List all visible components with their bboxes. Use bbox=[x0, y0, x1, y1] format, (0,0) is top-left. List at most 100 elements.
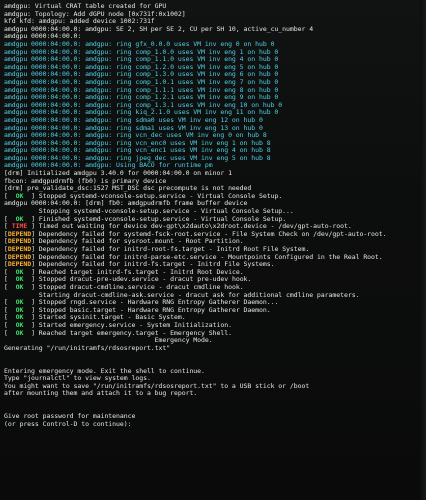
console-line-text: amdgpu 0000:04:00.0: amdgpu: ring sdma1 … bbox=[4, 124, 263, 132]
console-line: amdgpu 0000:04:00.0: amdgpu: ring comp_1… bbox=[4, 79, 426, 87]
status-ok-badge: OK bbox=[7, 276, 32, 284]
console-line-text: Stopped dracut-cmdline.service - dracut … bbox=[34, 283, 244, 291]
console-line: amdgpu 0000:04:00.0: amdgpu: ring comp_1… bbox=[4, 56, 426, 64]
console-line: [ TIME ] Timed out waiting for device de… bbox=[4, 223, 426, 231]
console-line-text: You might want to save "/run/initramfs/r… bbox=[4, 382, 310, 390]
console-line-text: Generating "/run/initramfs/rdsosreport.t… bbox=[4, 344, 171, 352]
console-line-text: amdgpu 0000:04:00.0: amdgpu: ring vcn_en… bbox=[4, 139, 271, 147]
status-ok-badge: OK bbox=[7, 268, 32, 276]
status-time-badge: TIME bbox=[7, 223, 32, 231]
console-line: [ OK ] Reached target emergency.target -… bbox=[4, 330, 426, 338]
console-line-text: Dependency failed for initrd-parse-etc.s… bbox=[34, 253, 383, 261]
console-line: after mounting them and attach it to a b… bbox=[4, 390, 426, 398]
console-line-text: Stopping systemd-vconsole-setup.service … bbox=[4, 208, 294, 216]
console-line: kfd kfd: amdgpu: added device 1002:731f bbox=[4, 18, 426, 26]
console-line: amdgpu: Topology: Add dGPU node [0x731f:… bbox=[4, 11, 426, 19]
console-line: [DEPEND] Dependency failed for sysroot.m… bbox=[4, 238, 426, 246]
console-line-text: amdgpu 0000:04:00.0: amdgpu: ring comp_1… bbox=[4, 101, 283, 109]
status-depend-badge: DEPEND bbox=[7, 246, 32, 253]
console-line: Entering emergency mode. Exit the shell … bbox=[4, 368, 426, 376]
status-ok-badge: OK bbox=[7, 283, 32, 291]
console-line-text: amdgpu 0000:04:00.0: [drm] fb0: amdgpudr… bbox=[4, 200, 248, 208]
console-line: You might want to save "/run/initramfs/r… bbox=[4, 383, 426, 391]
status-ok-badge: OK bbox=[7, 215, 32, 223]
console-line: [drm] pre_validate_dsc:1527 MST_DSC dsc … bbox=[4, 185, 426, 193]
console-line[interactable]: Give root password for maintenance bbox=[4, 413, 426, 421]
console-line: amdgpu 0000:04:00.0: amdgpu: ring kiq_2.… bbox=[4, 109, 426, 117]
console-line-text: Started emergency.service - System Initi… bbox=[34, 321, 232, 329]
console-line-text: Entering emergency mode. Exit the shell … bbox=[4, 367, 205, 375]
status-depend-badge: DEPEND bbox=[7, 253, 32, 261]
console-output: amdgpu: Virtual CRAT table created for G… bbox=[4, 3, 426, 428]
console-line: amdgpu: Virtual CRAT table created for G… bbox=[4, 3, 426, 11]
console-line-text: Type "journalctl" to view system logs. bbox=[4, 375, 151, 383]
console-line-text: Stopped basic.target - Hardware RNG Entr… bbox=[34, 306, 271, 314]
console-line-text: Stopped systemd-vconsole-setup.service -… bbox=[34, 192, 283, 200]
console-line-text: Dependency failed for initrd-root-fs.tar… bbox=[34, 246, 310, 253]
console-line-text: Started sysinit.target - Basic System. bbox=[34, 314, 186, 322]
console-line-text: Reached target initrd-fs.target - Initrd… bbox=[34, 268, 244, 276]
console-line: amdgpu 0000:04:00.0: bbox=[4, 33, 426, 41]
console-line-text: amdgpu 0000:04:00.0: amdgpu: Using BACO … bbox=[4, 162, 213, 170]
console-line: amdgpu 0000:04:00.0: amdgpu: ring sdma1 … bbox=[4, 125, 426, 133]
console-line-text: amdgpu: Topology: Add dGPU node [0x731f:… bbox=[4, 10, 186, 18]
console-line: Emergency Mode. bbox=[4, 337, 426, 345]
console-line-text: kfd kfd: amdgpu: added device 1002:731f bbox=[4, 18, 155, 26]
console-line-text: amdgpu 0000:04:00.0: amdgpu: ring sdma0 … bbox=[4, 116, 263, 124]
console-line: amdgpu 0000:04:00.0: amdgpu: ring comp_1… bbox=[4, 87, 426, 95]
console-line-text: amdgpu 0000:04:00.0: amdgpu: ring comp_1… bbox=[4, 56, 279, 64]
console-screen: amdgpu: Virtual CRAT table created for G… bbox=[0, 0, 426, 500]
console-line: amdgpu 0000:04:00.0: amdgpu: ring comp_1… bbox=[4, 102, 426, 110]
console-line: [DEPEND] Dependency failed for initrd-pa… bbox=[4, 254, 426, 262]
console-line-text: [drm] Initialized amdgpu 3.40.0 for 0000… bbox=[4, 170, 232, 178]
status-ok-badge: OK bbox=[7, 321, 32, 329]
console-line-text: Give root password for maintenance bbox=[4, 413, 136, 421]
status-ok-badge: OK bbox=[7, 299, 32, 307]
console-line-text: amdgpu 0000:04:00.0: amdgpu: SE 2, SH pe… bbox=[4, 25, 314, 33]
console-line: amdgpu 0000:04:00.0: amdgpu: ring comp_1… bbox=[4, 94, 426, 102]
console-line: amdgpu 0000:04:00.0: amdgpu: ring vcn_en… bbox=[4, 140, 426, 148]
console-line: amdgpu 0000:04:00.0: amdgpu: ring gfx_0.… bbox=[4, 41, 426, 49]
console-line-text: amdgpu 0000:04:00.0: amdgpu: ring comp_1… bbox=[4, 94, 279, 102]
console-line-text: [drm] pre_validate_dsc:1527 MST_DSC dsc … bbox=[4, 185, 252, 193]
console-line: [ OK ] Finished systemd-vconsole-setup.s… bbox=[4, 216, 426, 224]
console-line-text: after mounting them and attach it to a b… bbox=[4, 390, 198, 398]
console-line-text: amdgpu 0000:04:00.0: amdgpu: ring jpeg_d… bbox=[4, 154, 271, 162]
console-line: [DEPEND] Dependency failed for initrd-fs… bbox=[4, 261, 426, 269]
console-line-text: fbcon: amdgpudrmfb (fb0) is primary devi… bbox=[4, 177, 167, 185]
console-line: [ OK ] Stopped dracut-cmdline.service - … bbox=[4, 284, 426, 292]
console-line-text: Emergency Mode. bbox=[4, 337, 213, 345]
console-line: amdgpu 0000:04:00.0: [drm] fb0: amdgpudr… bbox=[4, 200, 426, 208]
console-line-text: amdgpu 0000:04:00.0: amdgpu: ring comp_1… bbox=[4, 63, 279, 71]
status-ok-badge: OK bbox=[7, 306, 32, 314]
console-line-text: Finished systemd-vconsole-setup.service … bbox=[34, 215, 287, 223]
status-ok-badge: OK bbox=[7, 329, 32, 337]
console-line-text: amdgpu 0000:04:00.0: amdgpu: ring comp_1… bbox=[4, 48, 279, 56]
console-line: amdgpu 0000:04:00.0: amdgpu: ring comp_1… bbox=[4, 49, 426, 57]
console-line: amdgpu 0000:04:00.0: amdgpu: SE 2, SH pe… bbox=[4, 26, 426, 34]
console-line: [ OK ] Stopped rngd.service - Hardware R… bbox=[4, 299, 426, 307]
console-line-text: amdgpu 0000:04:00.0: amdgpu: ring comp_1… bbox=[4, 71, 279, 79]
console-line-text: Starting dracut-cmdline-ask.service - dr… bbox=[4, 291, 360, 299]
console-line: fbcon: amdgpudrmfb (fb0) is primary devi… bbox=[4, 178, 426, 186]
console-line[interactable]: (or press Control-D to continue): bbox=[4, 421, 426, 429]
status-depend-badge: DEPEND bbox=[7, 238, 32, 246]
console-line: [drm] Initialized amdgpu 3.40.0 for 0000… bbox=[4, 170, 426, 178]
console-line-text: amdgpu 0000:04:00.0: amdgpu: ring comp_1… bbox=[4, 86, 279, 94]
console-line-text: Dependency failed for initrd-fs.target -… bbox=[34, 261, 275, 269]
console-line: [DEPEND] Dependency failed for initrd-ro… bbox=[4, 246, 426, 254]
console-line-text: Dependency failed for sysroot.mount - Ro… bbox=[34, 238, 244, 246]
status-ok-badge: OK bbox=[7, 192, 32, 200]
console-line: amdgpu 0000:04:00.0: amdgpu: ring comp_1… bbox=[4, 64, 426, 72]
console-line-text: amdgpu 0000:04:00.0: amdgpu: ring vcn_de… bbox=[4, 132, 267, 140]
console-line: amdgpu 0000:04:00.0: amdgpu: ring jpeg_d… bbox=[4, 155, 426, 163]
console-line-text: amdgpu 0000:04:00.0: amdgpu: ring comp_1… bbox=[4, 78, 279, 86]
console-line: Stopping systemd-vconsole-setup.service … bbox=[4, 208, 426, 216]
console-line: [ OK ] Stopped basic.target - Hardware R… bbox=[4, 307, 426, 315]
console-line: Generating "/run/initramfs/rdsosreport.t… bbox=[4, 345, 426, 353]
console-line-text: Dependency failed for systemd-fsck-root.… bbox=[34, 230, 387, 238]
console-line: [DEPEND] Dependency failed for systemd-f… bbox=[4, 231, 426, 239]
